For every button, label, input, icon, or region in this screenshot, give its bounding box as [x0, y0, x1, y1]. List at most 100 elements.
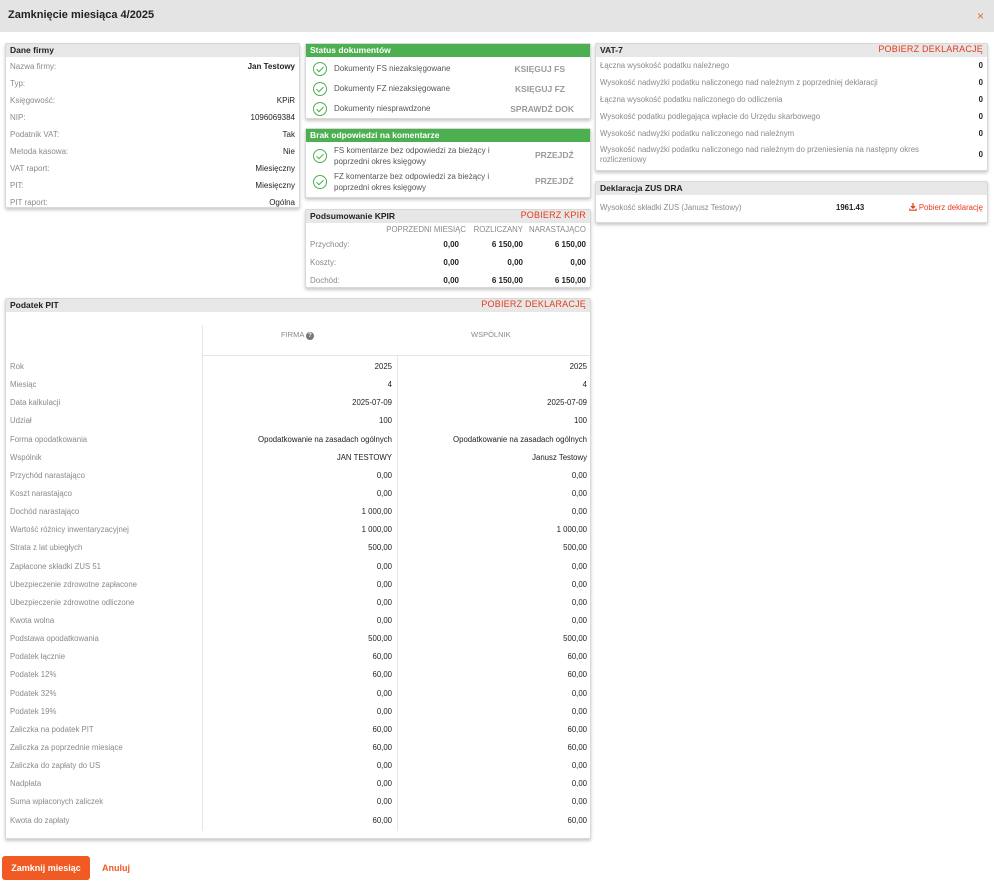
pit-col-firma-label: FIRMA [281, 330, 304, 339]
go-to-comments-button[interactable]: PRZEJDŹ [535, 150, 574, 161]
kpir-row-label: Dochód: [310, 276, 340, 285]
company-field-label: Księgowość: [10, 96, 55, 105]
comments-panel: Brak odpowiedzi na komentarze FS komenta… [305, 128, 591, 198]
vat-row-label: Łączna wysokość podatku naliczonego do o… [600, 95, 783, 104]
kpir-cell: 0,00 [443, 240, 459, 249]
pit-header-divider [202, 355, 590, 356]
company-panel: Dane firmy Nazwa firmy: Jan Testowy Typ: Ks… [5, 43, 300, 208]
zus-contribution-value: 1961.43 [836, 203, 865, 212]
pit-firma-value: 0,00 [376, 597, 392, 607]
vat7-panel-title: VAT-7 POBIERZ DEKLARACJĘ [596, 44, 987, 57]
check-circle-icon [313, 175, 327, 189]
pit-row: Kwota do zapłaty 60,00 60,00 [6, 812, 590, 830]
pit-wspolnik-value: 0,00 [571, 561, 587, 571]
status-action-button[interactable]: KSIĘGUJ FS [514, 59, 565, 79]
download-kpir-link[interactable]: POBIERZ KPIR [521, 210, 586, 221]
company-field-label: PIT raport: [10, 198, 48, 207]
kpir-row: Koszty: 0,00 0,00 0,00 [306, 254, 590, 272]
pit-firma-value: 2025-07-09 [352, 398, 392, 408]
pit-row-label: Dochód narastająco [10, 507, 80, 517]
pit-wspolnik-value: 0,00 [571, 597, 587, 607]
comment-status-row: FS komentarze bez odpowiedzi za bieżący … [306, 143, 590, 169]
help-icon[interactable]: ? [306, 332, 315, 340]
zus-contribution-label: Wysokość składki ZUS (Janusz Testowy) [600, 203, 742, 212]
vat-row: Wysokość nadwyżki podatku naliczonego na… [596, 125, 987, 142]
pit-wspolnik-value: 0,00 [571, 779, 587, 789]
download-pit-declaration-link[interactable]: POBIERZ DEKLARACJĘ [481, 299, 586, 310]
pit-wspolnik-value: 60,00 [567, 742, 587, 752]
company-field-label: Metoda kasowa: [10, 147, 69, 156]
pit-row-label: Zapłacone składki ZUS 51 [10, 561, 102, 571]
vat-row-value: 0 [978, 112, 983, 121]
company-row: Typ: [6, 75, 299, 92]
modal-header: Zamknięcie miesiąca 4/2025 × [0, 0, 994, 32]
pit-row-label: Kwota wolna [10, 615, 55, 625]
kpir-panel-title: Podsumowanie KPIR POBIERZ KPIR [306, 210, 590, 223]
pit-row: Ubezpieczenie zdrowotne zapłacone 0,00 0,0… [6, 576, 590, 594]
download-vat-declaration-link[interactable]: POBIERZ DEKLARACJĘ [878, 44, 983, 55]
comment-status-row: FZ komentarze bez odpowiedzi za bieżący … [306, 169, 590, 195]
cancel-button[interactable]: Anuluj [102, 863, 130, 873]
pit-row: Zaliczka za poprzednie miesiące 60,00 60,0… [6, 739, 590, 757]
pit-firma-value: 500,00 [368, 543, 392, 553]
vat-row-label: Wysokość nadwyżki podatku naliczonego na… [600, 78, 878, 87]
pit-row-label: Podatek 19% [10, 706, 57, 716]
pit-row: Podatek łącznie 60,00 60,00 [6, 648, 590, 666]
pit-row-label: Zaliczka za poprzednie miesiące [10, 742, 123, 752]
pit-firma-value: 1 000,00 [361, 525, 392, 535]
company-field-value: Nie [282, 147, 295, 156]
vat-row-label: Wysokość podatku podlegająca wpłacie do … [600, 112, 821, 121]
pit-wspolnik-value: 0,00 [571, 470, 587, 480]
kpir-table: POPRZEDNI MIESIĄC ROZLICZANY NARASTAJĄCO… [306, 223, 590, 290]
pit-col-wspolnik: WSPÓLNIK [471, 330, 511, 339]
kpir-col-previous: POPRZEDNI MIESIĄC [386, 225, 466, 234]
pit-firma-value: 60,00 [372, 724, 392, 734]
pit-wspolnik-value: Opodatkowanie na zasadach ogólnych [453, 434, 587, 444]
close-icon[interactable]: × [977, 9, 984, 23]
pit-row-label: Wspólnik [10, 452, 42, 462]
download-zus-declaration-link[interactable]: Pobierz deklarację [909, 195, 983, 221]
company-field-value: Ogólna [269, 198, 295, 207]
pit-row-label: Data kalkulacji [10, 398, 61, 408]
pit-firma-value: 100 [378, 416, 392, 426]
kpir-row: Dochód: 0,00 6 150,00 6 150,00 [306, 272, 590, 290]
pit-panel: Podatek PIT POBIERZ DEKLARACJĘ FIRMA ? W… [5, 298, 591, 839]
pit-wspolnik-value: 0,00 [571, 688, 587, 698]
pit-firma-value: JAN TESTOWY [336, 452, 392, 462]
company-field-value: Jan Testowy [247, 62, 295, 71]
kpir-row-label: Przychody: [310, 240, 350, 249]
check-circle-icon [313, 149, 327, 163]
pit-wspolnik-value: 500,00 [563, 634, 587, 644]
vat-row-label: Wysokość nadwyżki podatku naliczonego na… [600, 145, 919, 164]
company-row: VAT raport: Miesięczny [6, 160, 299, 177]
comment-status-label: FZ komentarze bez odpowiedzi za bieżący … [334, 172, 490, 192]
vat-row: Wysokość nadwyżki podatku naliczonego na… [596, 74, 987, 91]
download-icon [909, 203, 917, 211]
vat-row-value: 0 [978, 150, 983, 159]
pit-wspolnik-value: 0,00 [571, 507, 587, 517]
pit-firma-value: 0,00 [376, 470, 392, 480]
status-action-button[interactable]: KSIĘGUJ FZ [515, 79, 565, 99]
pit-wspolnik-value: 60,00 [567, 652, 587, 662]
pit-row: Koszt narastająco 0,00 0,00 [6, 485, 590, 503]
company-panel-title: Dane firmy [6, 44, 299, 57]
pit-row-label: Suma wpłaconych zaliczek [10, 797, 104, 807]
document-status-label: Dokumenty FS niezaksięgowane [334, 64, 451, 73]
company-field-label: NIP: [10, 113, 26, 122]
pit-row: Wartość różnicy inwentaryzacyjnej 1 000,0… [6, 521, 590, 539]
pit-firma-value: 0,00 [376, 779, 392, 789]
company-field-value: Tak [282, 130, 295, 139]
pit-row: Zaliczka na podatek PIT 60,00 60,00 [6, 721, 590, 739]
pit-firma-value: 500,00 [368, 634, 392, 644]
go-to-comments-button[interactable]: PRZEJDŹ [535, 176, 574, 187]
vat-row-label: Wysokość nadwyżki podatku naliczonego na… [600, 129, 795, 138]
document-status-row: Dokumenty FZ niezaksięgowane KSIĘGUJ FZ [306, 79, 590, 99]
pit-firma-value: 0,00 [376, 579, 392, 589]
pit-firma-value: 0,00 [376, 761, 392, 771]
pit-row: Ubezpieczenie zdrowotne odliczone 0,00 0,0… [6, 594, 590, 612]
kpir-cell: 0,00 [443, 258, 459, 267]
close-month-button[interactable]: Zamknij miesiąc [2, 856, 90, 880]
company-field-label: Nazwa firmy: [10, 62, 57, 71]
status-action-button[interactable]: SPRAWDŹ DOK [510, 99, 574, 119]
pit-wspolnik-value: 60,00 [567, 815, 587, 825]
